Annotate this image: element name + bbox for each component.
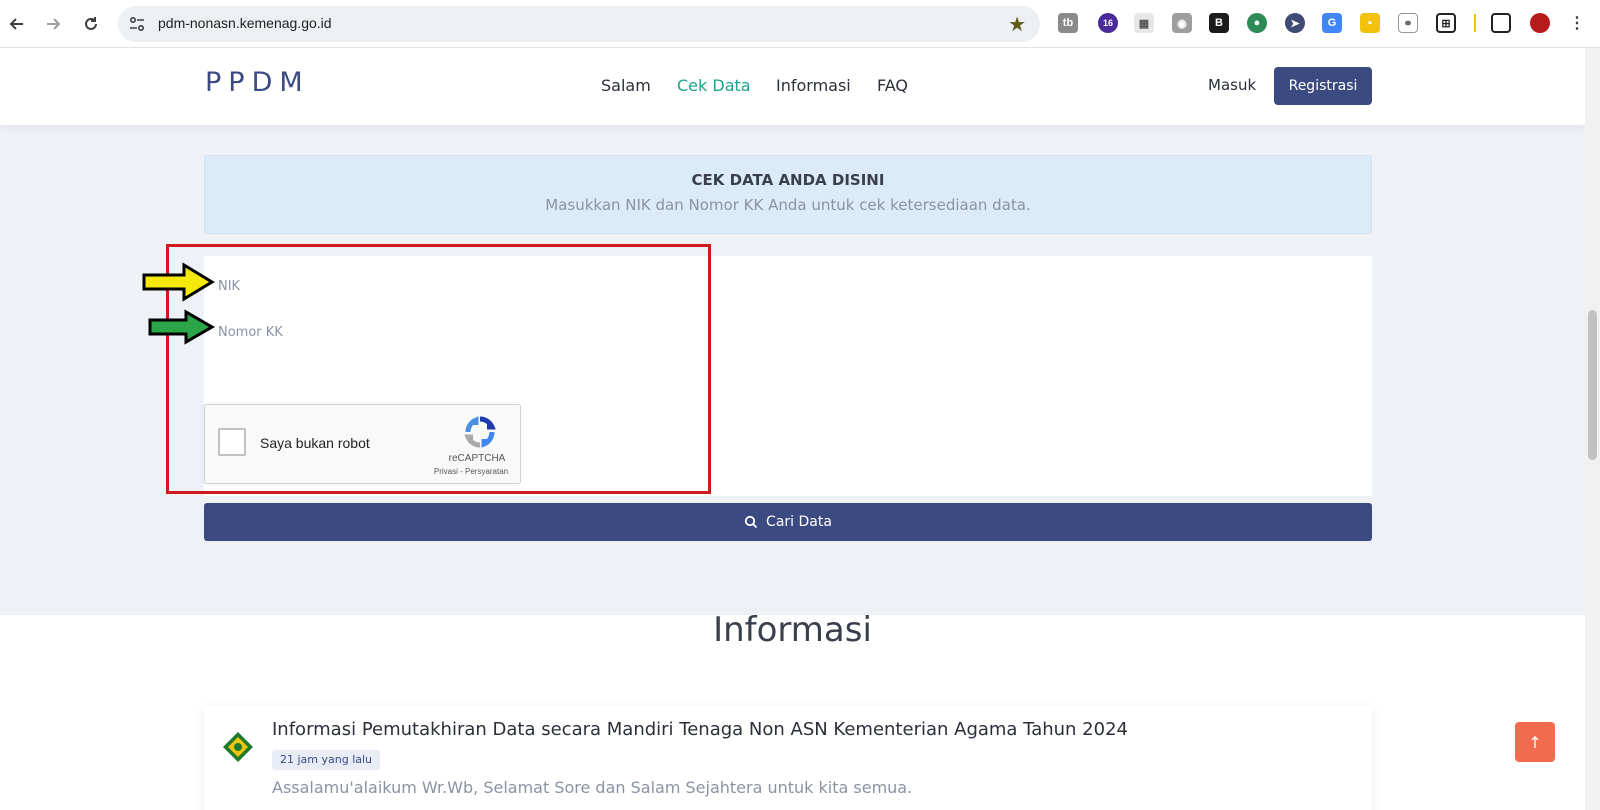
toolbar-divider [1474,14,1476,32]
green-arrow-icon [148,309,216,345]
site-header: PPDM Salam Cek Data Informasi FAQ Masuk … [0,48,1585,125]
extension-b-icon[interactable]: B [1209,13,1229,33]
extension-translate-icon[interactable]: G [1322,13,1342,33]
browser-toolbar: pdm-nonasn.kemenag.go.id ★ tb 16 ▦ ◉ B ●… [0,0,1600,48]
extension-image-icon[interactable]: ▦ [1134,13,1154,33]
highlight-frame [166,244,711,494]
nav-informasi[interactable]: Informasi [776,76,851,95]
info-card[interactable]: Informasi Pemutakhiran Data secara Mandi… [204,706,1372,810]
arrow-up-icon: ↑ [1528,732,1542,752]
nav-cek-data[interactable]: Cek Data [677,76,751,95]
extension-camera-icon[interactable]: ◉ [1172,13,1192,33]
forward-icon[interactable] [40,11,66,37]
login-link[interactable]: Masuk [1208,76,1256,94]
extension-note-icon[interactable]: ▪ [1360,13,1380,33]
url-text: pdm-nonasn.kemenag.go.id [158,15,332,31]
scrollbar-thumb[interactable] [1588,310,1597,460]
info-section-title: Informasi [713,610,872,650]
search-icon [744,515,758,529]
register-button[interactable]: Registrasi [1274,67,1372,105]
extensions-puzzle-icon[interactable]: ⊞ [1436,13,1456,33]
check-data-title: CEK DATA ANDA DISINI [691,171,885,189]
bookmark-star-icon[interactable]: ★ [1008,12,1026,36]
page-content: PPDM Salam Cek Data Informasi FAQ Masuk … [0,48,1585,810]
check-data-banner: CEK DATA ANDA DISINI Masukkan NIK dan No… [204,155,1372,234]
extension-cursor-icon[interactable]: ➤ [1285,13,1305,33]
extension-link-icon[interactable]: ⚭ [1398,13,1418,33]
search-data-label: Cari Data [766,514,832,530]
address-bar[interactable]: pdm-nonasn.kemenag.go.id ★ [118,6,1040,42]
extension-globe-icon[interactable]: ● [1247,13,1267,33]
check-data-subtitle: Masukkan NIK dan Nomor KK Anda untuk cek… [545,196,1031,214]
back-icon[interactable] [4,11,30,37]
reload-icon[interactable] [78,11,104,37]
side-panel-icon[interactable] [1491,13,1511,33]
info-item-time-badge: 21 jam yang lalu [272,750,381,770]
nav-faq[interactable]: FAQ [877,76,908,95]
extension-badge: 16 [1102,18,1113,28]
site-settings-icon[interactable] [128,15,146,33]
scroll-to-top-button[interactable]: ↑ [1515,722,1555,762]
search-data-button[interactable]: Cari Data [204,503,1372,541]
info-item-excerpt: Assalamu'alaikum Wr.Wb, Selamat Sore dan… [272,778,913,797]
page-scrollbar[interactable] [1585,48,1600,810]
nav-salam[interactable]: Salam [601,76,651,95]
profile-avatar[interactable] [1530,13,1550,33]
extension-tb-icon[interactable]: tb [1058,13,1078,33]
kemenag-emblem-icon [223,732,253,762]
extension-graduation-icon[interactable]: 16 [1098,13,1118,33]
info-item-title[interactable]: Informasi Pemutakhiran Data secara Mandi… [272,719,1128,740]
site-logo[interactable]: PPDM [205,67,310,98]
menu-dots-icon[interactable]: ⋮ [1567,13,1587,33]
yellow-arrow-icon [142,262,215,302]
